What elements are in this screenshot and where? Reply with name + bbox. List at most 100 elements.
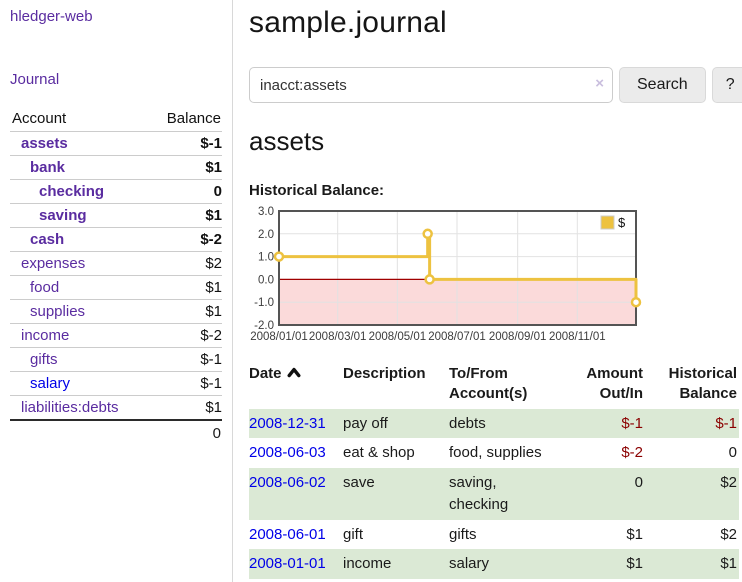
register-date-cell: 2008-12-31 <box>249 409 343 439</box>
data-point-marker <box>275 253 283 261</box>
y-axis-tick: -1.0 <box>254 297 274 309</box>
register-header-date-label: Date <box>249 365 282 382</box>
register-header-date[interactable]: Date <box>249 362 343 409</box>
register-accounts-cell: gifts <box>449 520 557 550</box>
legend-swatch <box>601 216 614 229</box>
x-axis-tick: 2008/09/01 <box>489 331 547 343</box>
account-balance: $1 <box>149 156 222 180</box>
y-axis-tick: 0.0 <box>258 274 274 286</box>
transaction-date-link[interactable]: 2008-12-31 <box>249 415 326 432</box>
account-link[interactable]: gifts <box>30 351 58 368</box>
account-name-cell: supplies <box>10 300 149 324</box>
accounts-total-value: 0 <box>10 420 222 446</box>
clear-search-icon[interactable]: × <box>595 75 604 92</box>
transaction-date-link[interactable]: 2008-01-01 <box>249 555 326 572</box>
sidebar: hledger-web Journal Account Balance asse… <box>0 0 233 582</box>
y-axis-tick: 3.0 <box>258 206 274 218</box>
accounts-header-account: Account <box>10 107 149 132</box>
account-name-cell: gifts <box>10 348 149 372</box>
account-name-cell: income <box>10 324 149 348</box>
chart-svg: $3.02.01.00.0-1.0-2.02008/01/012008/03/0… <box>249 205 715 345</box>
account-link[interactable]: assets <box>21 135 68 152</box>
account-name-cell: liabilities:debts <box>10 396 149 421</box>
account-balance: $1 <box>149 204 222 228</box>
account-balance: $-1 <box>149 372 222 396</box>
account-link[interactable]: supplies <box>30 303 85 320</box>
y-axis-tick: 1.0 <box>258 252 274 264</box>
account-name-cell: food <box>10 276 149 300</box>
sort-asc-icon <box>287 364 301 384</box>
register-date-cell: 2008-01-01 <box>249 549 343 579</box>
account-link[interactable]: liabilities:debts <box>21 399 119 416</box>
register-accounts-cell: food, supplies <box>449 438 557 468</box>
account-link[interactable]: salary <box>30 375 70 392</box>
register-amount-cell: $1 <box>557 549 645 579</box>
account-link[interactable]: food <box>30 279 59 296</box>
account-name-cell: salary <box>10 372 149 396</box>
account-name-cell: checking <box>10 180 149 204</box>
register-description-cell: eat & shop <box>343 438 449 468</box>
legend-label: $ <box>618 215 626 230</box>
help-button[interactable]: ? <box>712 67 742 103</box>
page-title: sample.journal <box>249 6 742 40</box>
x-axis-tick: 2008/11/01 <box>549 331 606 343</box>
register-row: 2008-06-01giftgifts$1$2 <box>249 520 739 550</box>
search-form: × Search ? <box>249 67 742 103</box>
register-header-accounts: To/From Account(s) <box>449 362 557 409</box>
register-row: 2008-12-31pay offdebts$-1$-1 <box>249 409 739 439</box>
transaction-date-link[interactable]: 2008-06-02 <box>249 474 326 491</box>
y-axis-tick: 2.0 <box>258 229 274 241</box>
account-balance: $1 <box>149 300 222 324</box>
account-balance: $-2 <box>149 228 222 252</box>
account-row: gifts$-1 <box>10 348 222 372</box>
x-axis-tick: 2008/03/01 <box>309 331 367 343</box>
accounts-header-row: Account Balance <box>10 107 222 132</box>
register-table: Date Description To/From Account(s) Amou… <box>249 362 739 579</box>
account-name-cell: expenses <box>10 252 149 276</box>
register-header-row: Date Description To/From Account(s) Amou… <box>249 362 739 409</box>
accounts-table: Account Balance assets $-1 bank $1 checking 0… <box>10 107 222 446</box>
account-link[interactable]: cash <box>30 231 64 248</box>
account-row: liabilities:debts$1 <box>10 396 222 421</box>
account-name-cell: assets <box>10 132 149 156</box>
register-date-cell: 2008-06-01 <box>249 520 343 550</box>
account-row: bank $1 <box>10 156 222 180</box>
account-row: income$-2 <box>10 324 222 348</box>
account-link[interactable]: saving <box>39 207 87 224</box>
account-row: cash $-2 <box>10 228 222 252</box>
register-header-amount: Amount Out/In <box>557 362 645 409</box>
search-input[interactable] <box>249 67 613 103</box>
accounts-tbody: assets $-1 bank $1 checking 0 saving $1 cash $-2 e… <box>10 132 222 421</box>
register-header-balance: Historical Balance <box>645 362 739 409</box>
account-link[interactable]: bank <box>30 159 65 176</box>
x-axis-tick: 2008/07/01 <box>428 331 486 343</box>
transaction-date-link[interactable]: 2008-06-03 <box>249 444 326 461</box>
register-date-cell: 2008-06-02 <box>249 468 343 520</box>
account-name-cell: saving <box>10 204 149 228</box>
account-link[interactable]: checking <box>39 183 104 200</box>
register-row: 2008-06-02savesaving, checking0$2 <box>249 468 739 520</box>
sidebar-item-journal[interactable]: Journal <box>10 71 222 88</box>
account-balance: 0 <box>149 180 222 204</box>
search-button[interactable]: Search <box>619 67 706 103</box>
account-row: supplies $1 <box>10 300 222 324</box>
account-link[interactable]: income <box>21 327 69 344</box>
register-balance-cell: $-1 <box>645 409 739 439</box>
chart-title: Historical Balance: <box>249 182 742 199</box>
brand-link[interactable]: hledger-web <box>10 8 222 25</box>
transaction-date-link[interactable]: 2008-06-01 <box>249 526 326 543</box>
account-row: salary $-1 <box>10 372 222 396</box>
account-link[interactable]: expenses <box>21 255 85 272</box>
register-accounts-cell: saving, checking <box>449 468 557 520</box>
register-amount-cell: $-2 <box>557 438 645 468</box>
register-amount-cell: $1 <box>557 520 645 550</box>
x-axis-tick: 2008/01/01 <box>250 331 308 343</box>
register-balance-cell: $2 <box>645 520 739 550</box>
register-amount-cell: 0 <box>557 468 645 520</box>
register-amount-cell: $-1 <box>557 409 645 439</box>
account-row: food$1 <box>10 276 222 300</box>
accounts-total-row: 0 <box>10 420 222 446</box>
accounts-header-balance: Balance <box>149 107 222 132</box>
x-axis-tick: 2008/05/01 <box>369 331 427 343</box>
register-description-cell: income <box>343 549 449 579</box>
